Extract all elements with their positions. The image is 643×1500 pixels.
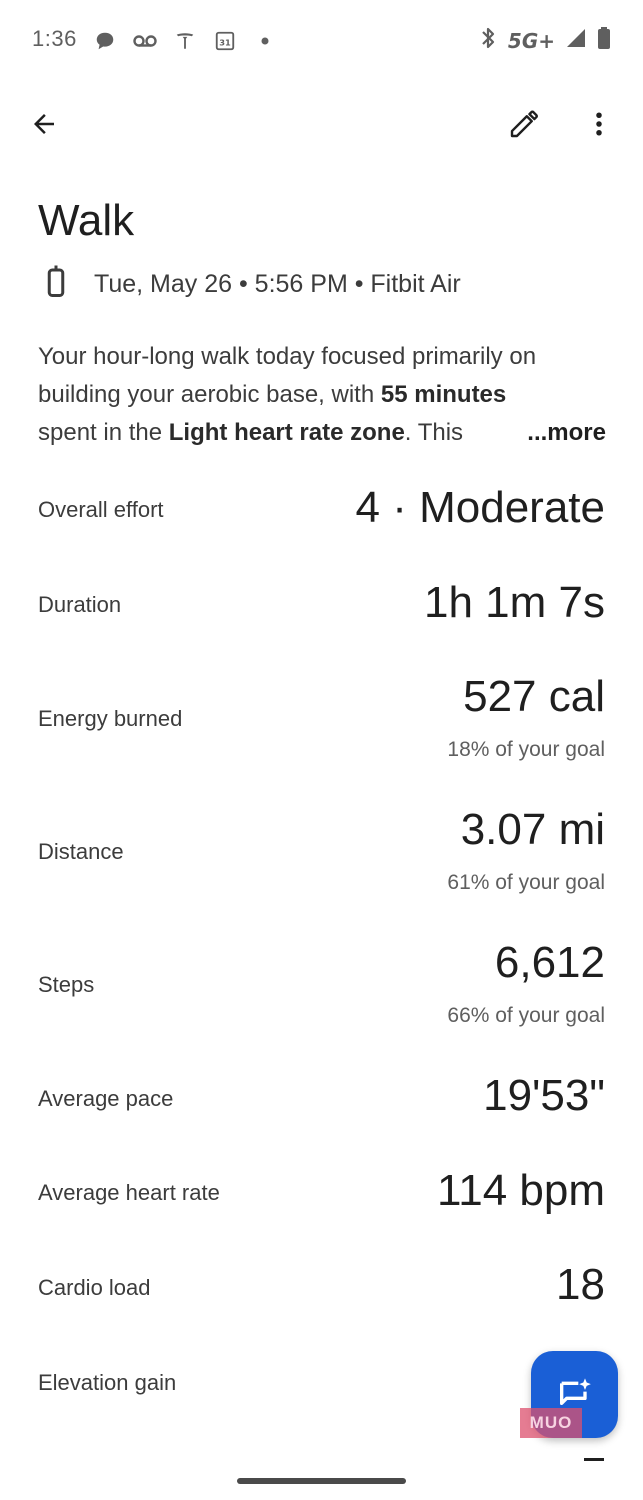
- metric-value-pace: 19'53": [483, 1071, 605, 1120]
- app-bar: [0, 90, 643, 160]
- summary-line-1: Your hour-long walk today focused primar…: [38, 343, 537, 370]
- network-label: 5G+: [507, 28, 555, 53]
- metric-label-duration: Duration: [38, 592, 122, 617]
- metric-label-energy: Energy burned: [38, 706, 183, 731]
- status-bar: 1:36 31 5G+: [0, 0, 643, 80]
- voicemail-icon: [132, 28, 158, 54]
- metric-value-steps: 6,612: [494, 938, 605, 987]
- watermark-logo: MUO: [520, 1408, 582, 1438]
- activity-meta: Tue, May 26 • 5:56 PM • Fitbit Air: [38, 262, 461, 306]
- more-vert-icon: [596, 112, 602, 136]
- metric-sub-energy: 18% of your goal: [447, 738, 605, 761]
- chat-bubble-icon: [92, 28, 118, 54]
- fitness-tracker-icon: [38, 264, 74, 305]
- more-options-button[interactable]: [575, 100, 623, 148]
- status-icons-right: 5G+: [478, 26, 611, 55]
- status-icons-left: 31: [92, 28, 278, 54]
- calendar-icon: 31: [212, 28, 238, 54]
- summary-text: spent in the: [38, 419, 169, 446]
- metric-sub-distance: 61% of your goal: [447, 871, 605, 894]
- metric-value-cardio-load: 18: [556, 1260, 605, 1309]
- metric-value-energy: 527 cal: [463, 672, 605, 721]
- metric-value-heart-rate: 114 bpm: [437, 1166, 605, 1215]
- back-button[interactable]: [20, 100, 68, 148]
- signal-icon: [565, 27, 587, 54]
- status-time: 1:36: [32, 26, 77, 51]
- metric-sub-steps: 66% of your goal: [447, 1004, 605, 1027]
- arrow-back-icon: [34, 114, 54, 134]
- summary-highlight: Light heart rate zone: [168, 419, 405, 446]
- summary-line-3: spent in the Light heart rate zone. This…: [38, 414, 606, 452]
- metric-value-distance: 3.07 mi: [460, 805, 605, 854]
- metric-label-distance: Distance: [38, 839, 124, 864]
- edit-button[interactable]: [500, 100, 548, 148]
- summary-text: . This: [404, 419, 464, 446]
- tesla-icon: [172, 28, 198, 54]
- battery-icon: [597, 26, 611, 55]
- metric-label-cardio-load: Cardio load: [38, 1275, 151, 1300]
- metric-value-overall-effort: 4 · Moderate: [355, 483, 605, 532]
- metric-label-elevation: Elevation gain: [38, 1370, 177, 1395]
- summary-line-2: building your aerobic base, with 55 minu…: [38, 376, 606, 414]
- summary-text: building your aerobic base, with: [38, 381, 381, 408]
- workout-summary: Your hour-long walk today focused primar…: [38, 338, 606, 452]
- metric-label-overall-effort: Overall effort: [38, 497, 164, 522]
- metric-label-heart-rate: Average heart rate: [38, 1180, 220, 1205]
- calendar-day: 31: [219, 38, 231, 48]
- pencil-icon: [510, 110, 538, 138]
- dot-icon: [252, 28, 278, 54]
- metric-value-duration: 1h 1m 7s: [424, 578, 605, 627]
- metric-label-steps: Steps: [38, 972, 95, 997]
- summary-highlight: 55 minutes: [380, 381, 507, 408]
- activity-meta-text: Tue, May 26 • 5:56 PM • Fitbit Air: [94, 269, 461, 298]
- page-title: Walk: [38, 196, 135, 245]
- gesture-nav-handle[interactable]: [237, 1478, 406, 1484]
- metric-value-elevation-partial: [584, 1458, 604, 1461]
- more-link[interactable]: ...more: [487, 414, 606, 452]
- metric-label-pace: Average pace: [38, 1086, 174, 1111]
- bluetooth-icon: [478, 26, 498, 55]
